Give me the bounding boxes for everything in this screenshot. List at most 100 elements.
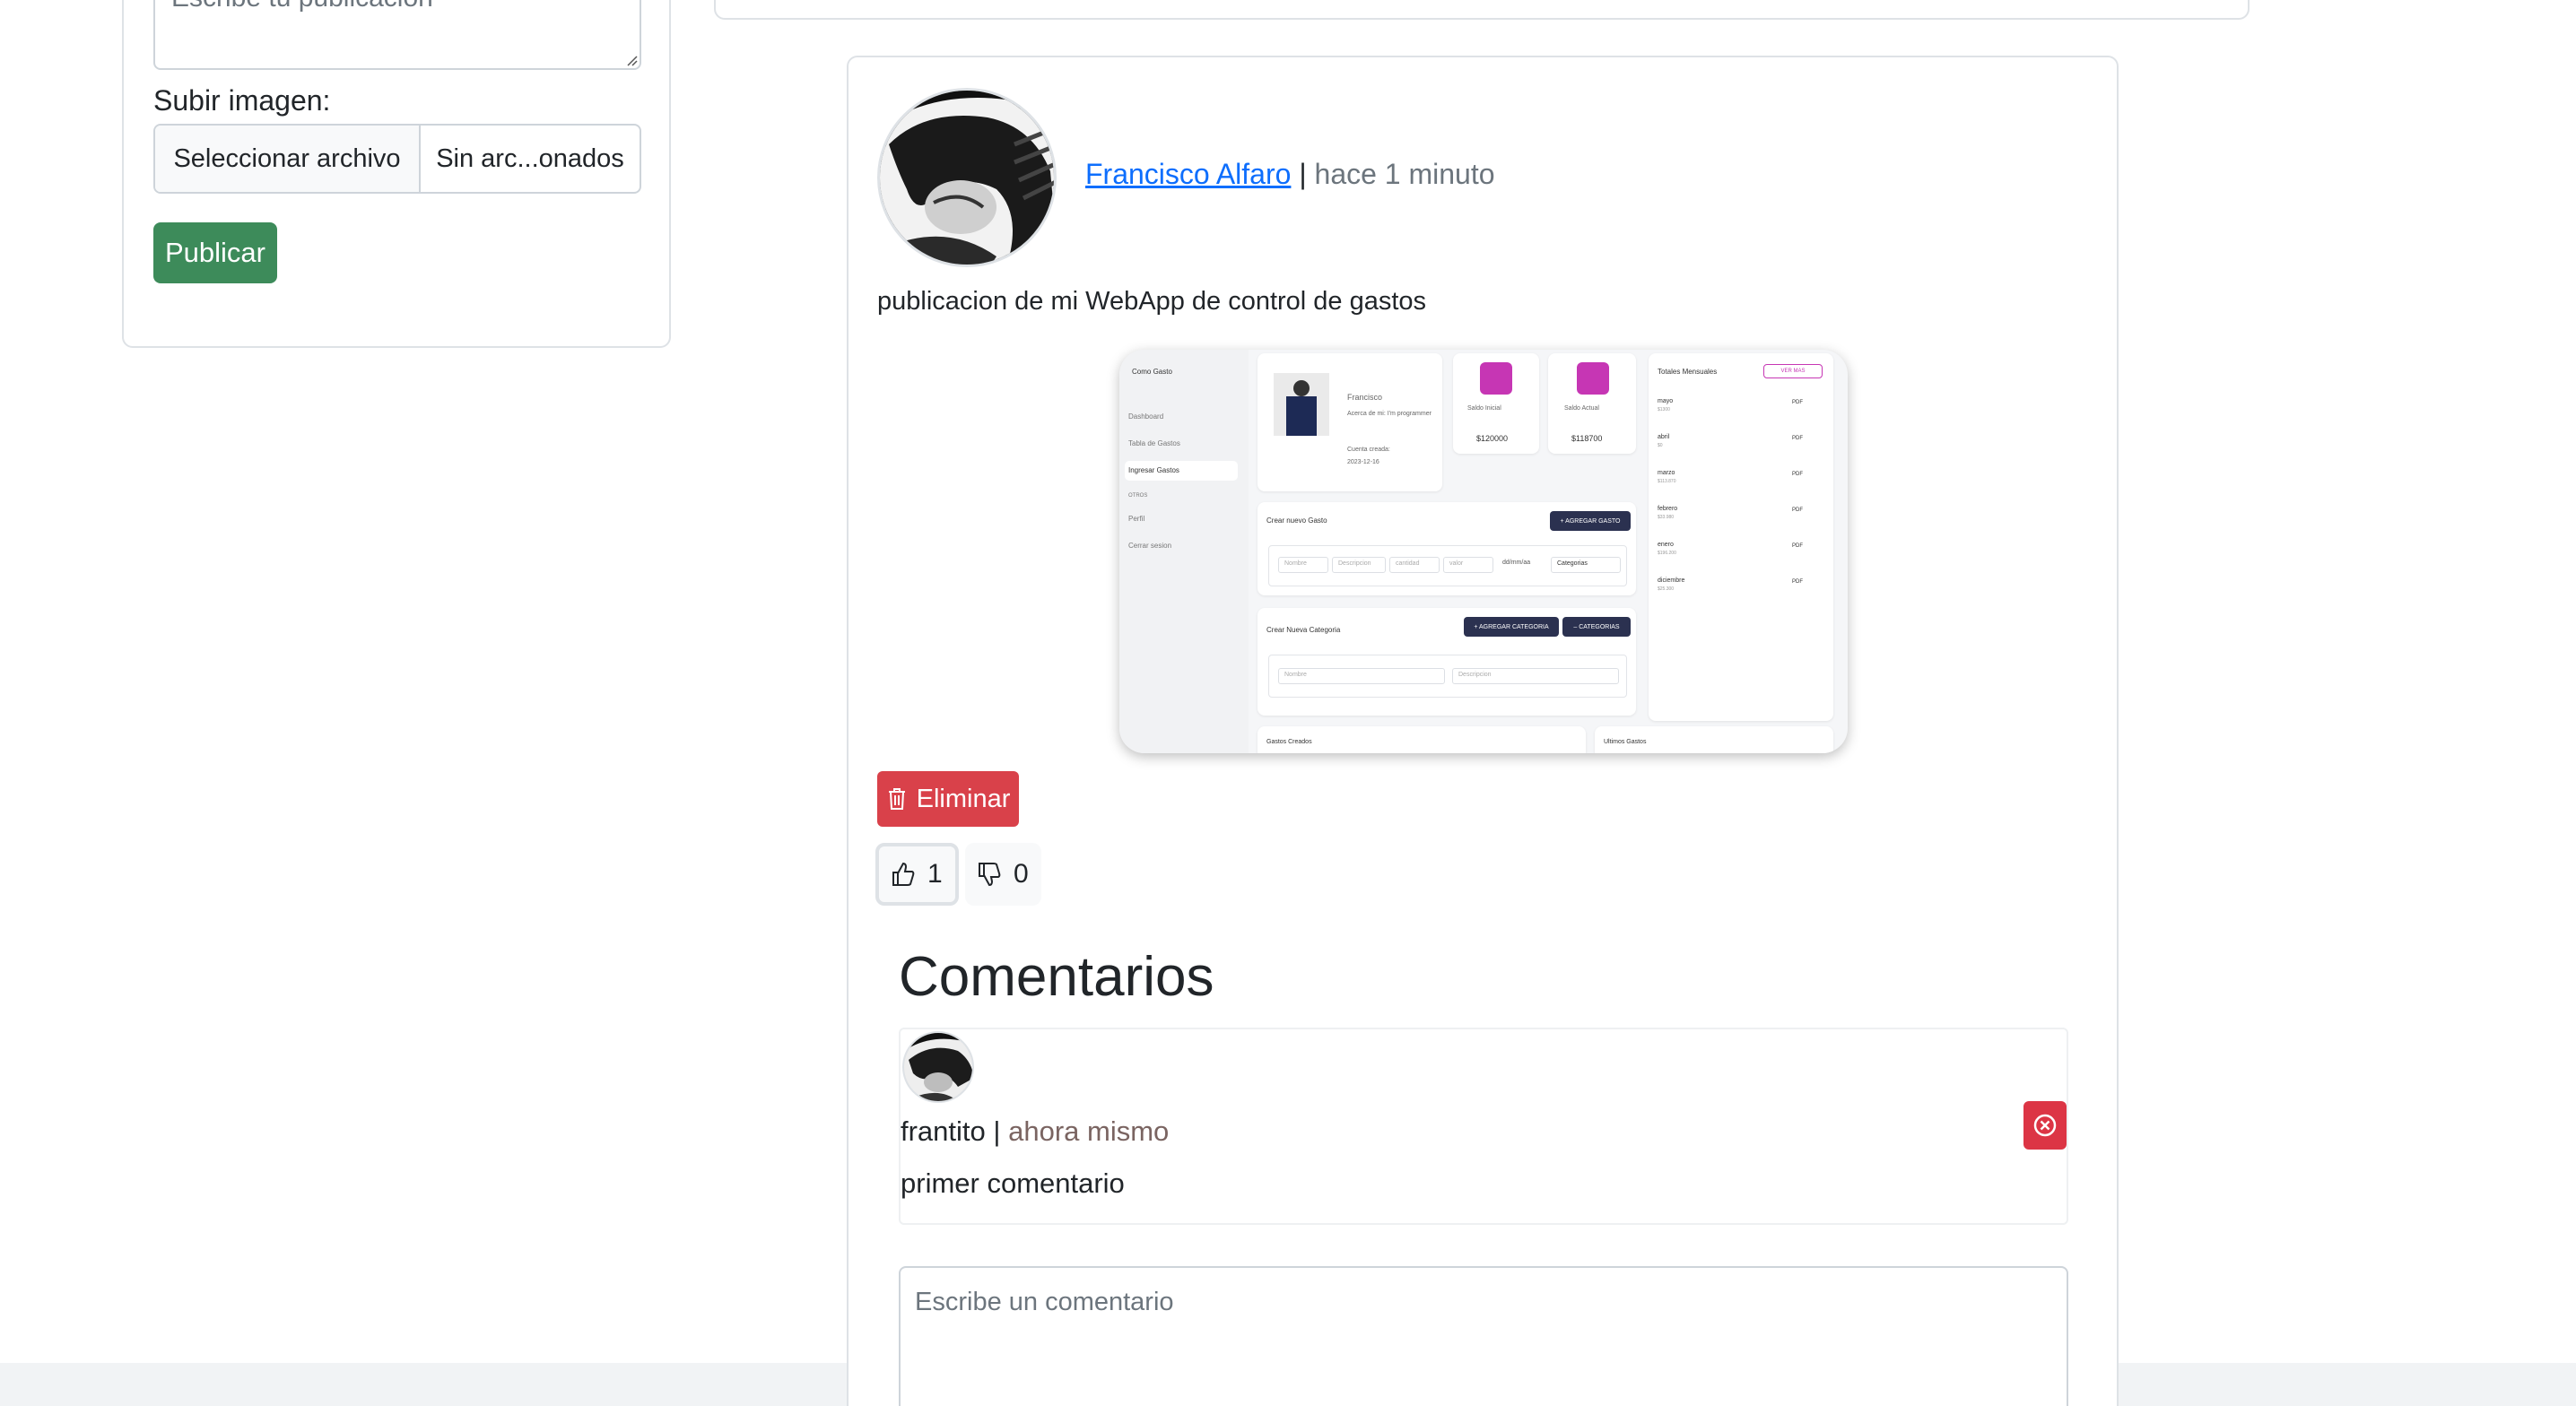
- choose-file-button[interactable]: Seleccionar archivo: [155, 126, 421, 192]
- avatar-photo-icon: [904, 1033, 972, 1101]
- mock-field: cantidad: [1389, 557, 1440, 573]
- resize-handle-icon[interactable]: [625, 54, 638, 66]
- mock-categorias-button: – CATEGORIAS: [1562, 617, 1631, 637]
- comment-username: frantito: [901, 1115, 986, 1147]
- mock-profile-created: Cuenta creada:: [1347, 447, 1390, 453]
- mock-profile-about: Acerca de mi: I'm programmer: [1347, 411, 1432, 417]
- mock-profile-card: Francisco Acerca de mi: I'm programmer C…: [1258, 353, 1442, 491]
- mock-saldo-actual-label: Saldo Actual: [1564, 405, 1599, 412]
- header-separator: |: [1299, 158, 1307, 190]
- file-input[interactable]: Seleccionar archivo Sin arc...onados: [153, 124, 641, 194]
- post-card: Francisco Alfaro | hace 1 minuto publica…: [847, 56, 2119, 1406]
- mock-profile-photo: [1274, 373, 1329, 436]
- mock-totales-card: Totales Mensuales VER MAS mayo $1300 PDF ab…: [1649, 353, 1833, 721]
- bank-icon: [1577, 362, 1609, 395]
- mock-pdf-link: PDF: [1792, 472, 1803, 477]
- dislike-button[interactable]: 0: [965, 843, 1041, 906]
- mock-gastos-creados-card: Gastos Creados: [1258, 726, 1586, 753]
- mock-month-value: $196.200: [1658, 551, 1676, 556]
- mock-month-name: enero: [1658, 542, 1674, 548]
- avatar-photo-icon: [880, 91, 1054, 265]
- dislike-count: 0: [1014, 859, 1029, 889]
- mock-crear-gasto-title: Crear nuevo Gasto: [1266, 516, 1327, 525]
- author-link[interactable]: Francisco Alfaro: [1085, 158, 1291, 190]
- mock-ver-mas-button: VER MAS: [1763, 364, 1823, 378]
- mock-pdf-link: PDF: [1792, 436, 1803, 441]
- comment-item: frantito | ahora mismo primer comentario: [899, 1028, 2068, 1225]
- comment-time: ahora mismo: [1008, 1115, 1170, 1147]
- mock-gastos-creados-title: Gastos Creados: [1266, 739, 1312, 745]
- mock-month-value: $25.300: [1658, 586, 1675, 592]
- bank-icon: [1480, 362, 1512, 395]
- post-header: Francisco Alfaro | hace 1 minuto: [1085, 158, 1495, 191]
- thumbs-up-icon: [892, 862, 915, 886]
- mock-month-value: $113.870: [1658, 479, 1676, 484]
- mock-pdf-link: PDF: [1792, 579, 1803, 585]
- mock-month-name: abril: [1658, 434, 1670, 440]
- mock-profile-date: 2023-12-16: [1347, 459, 1379, 465]
- mock-field: Descripcion: [1332, 557, 1386, 573]
- mock-menu-item: Dashboard: [1128, 412, 1164, 421]
- author-avatar[interactable]: [877, 88, 1057, 267]
- mock-crear-categoria-card: Crear Nueva Categoria + AGREGAR CATEGORI…: [1258, 608, 1636, 716]
- mock-pdf-link: PDF: [1792, 400, 1803, 405]
- mock-gasto-form: Nombre Descripcion cantidad valor dd/mm/…: [1268, 545, 1627, 586]
- mock-month-name: marzo: [1658, 470, 1675, 476]
- file-status: Sin arc...onados: [436, 143, 624, 173]
- mock-field: Nombre: [1278, 668, 1445, 684]
- post-text: publicacion de mi WebApp de control de g…: [877, 287, 1427, 316]
- mock-ultimos-gastos-card: Ultimos Gastos: [1595, 726, 1833, 753]
- post-time: hace 1 minuto: [1314, 158, 1495, 190]
- mock-sidebar: Como Gasto Dashboard Tabla de Gastos Ing…: [1119, 350, 1249, 753]
- mock-month-value: $0: [1658, 443, 1663, 448]
- mock-field: valor: [1443, 557, 1493, 573]
- upload-image-label: Subir imagen:: [153, 84, 331, 117]
- publish-button[interactable]: Publicar: [153, 222, 277, 283]
- new-post-card: Escribe tu publicación Subir imagen: Sel…: [122, 0, 671, 348]
- mock-app-name: Como Gasto: [1132, 368, 1172, 376]
- mock-month-value: $1300: [1658, 407, 1670, 412]
- mock-pdf-link: PDF: [1792, 508, 1803, 513]
- comment-text: primer comentario: [901, 1167, 1125, 1199]
- mock-saldo-inicial-label: Saldo Inicial: [1467, 405, 1501, 412]
- delete-post-button[interactable]: Eliminar: [877, 771, 1019, 827]
- comment-input[interactable]: Escribe un comentario: [899, 1266, 2068, 1406]
- close-circle-icon: [2033, 1114, 2057, 1137]
- mock-categoria-form: Nombre Descripcion: [1268, 655, 1627, 698]
- post-image[interactable]: Como Gasto Dashboard Tabla de Gastos Ing…: [1119, 350, 1848, 753]
- mock-agregar-gasto-button: + AGREGAR GASTO: [1550, 511, 1631, 531]
- mock-totales-title: Totales Mensuales: [1658, 368, 1718, 376]
- mock-menu-item: Tabla de Gastos: [1128, 439, 1180, 447]
- post-textarea-placeholder: Escribe tu publicación: [171, 0, 433, 13]
- mock-agregar-categoria-button: + AGREGAR CATEGORIA: [1464, 617, 1559, 637]
- mock-field: Categorias: [1551, 557, 1621, 573]
- commenter-avatar[interactable]: [902, 1031, 974, 1103]
- like-button[interactable]: 1: [875, 843, 959, 906]
- mock-menu-item: Perfil: [1128, 515, 1145, 523]
- trash-icon: [888, 788, 905, 810]
- like-count: 1: [927, 859, 943, 889]
- delete-comment-button[interactable]: [2023, 1101, 2067, 1150]
- comment-meta: frantito | ahora mismo: [901, 1115, 1169, 1148]
- previous-card-edge: [714, 0, 2250, 20]
- mock-saldo-actual: $118700: [1571, 434, 1603, 443]
- comment-separator: |: [993, 1115, 1001, 1147]
- mock-month-name: mayo: [1658, 398, 1674, 404]
- mock-menu-item: Ingresar Gastos: [1128, 466, 1179, 474]
- mock-field: Nombre: [1278, 557, 1328, 573]
- mock-saldo-inicial-card: Saldo Inicial $120000: [1453, 353, 1539, 454]
- comments-title: Comentarios: [899, 946, 1214, 1008]
- post-textarea[interactable]: Escribe tu publicación: [153, 0, 641, 70]
- mock-menu-section: OTROS: [1128, 493, 1148, 499]
- mock-month-name: diciembre: [1658, 577, 1685, 584]
- mock-menu-item: Cerrar sesion: [1128, 542, 1172, 550]
- comment-input-placeholder: Escribe un comentario: [915, 1288, 1174, 1316]
- mock-field: dd/mm/aa: [1502, 560, 1531, 566]
- delete-post-label: Eliminar: [916, 784, 1011, 813]
- mock-saldo-actual-card: Saldo Actual $118700: [1548, 353, 1636, 454]
- mock-ultimos-gastos-title: Ultimos Gastos: [1604, 739, 1647, 745]
- mock-crear-categoria-title: Crear Nueva Categoria: [1266, 626, 1341, 634]
- mock-crear-gasto-card: Crear nuevo Gasto + AGREGAR GASTO Nombre…: [1258, 502, 1636, 595]
- mock-profile-name: Francisco: [1347, 393, 1383, 402]
- mock-field: Descripcion: [1452, 668, 1619, 684]
